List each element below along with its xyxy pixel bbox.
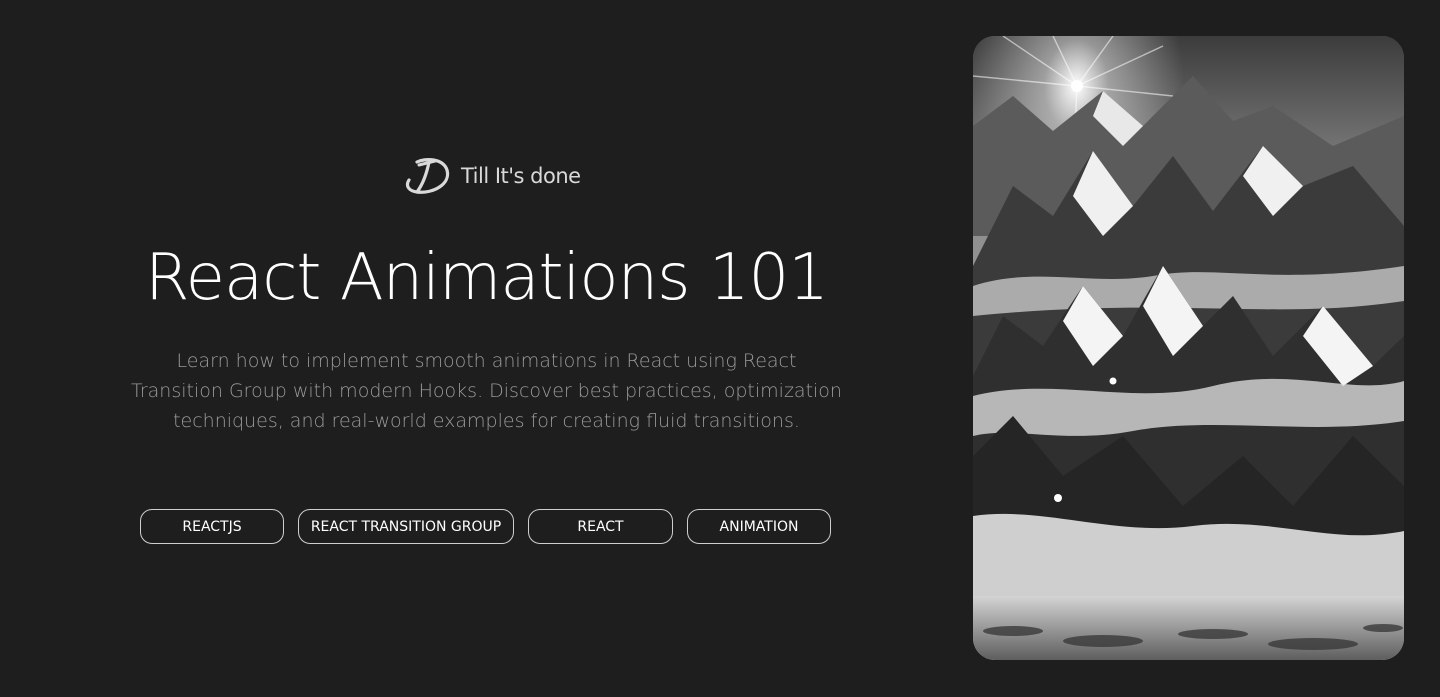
td-monogram-icon: [405, 158, 450, 194]
article-description: Learn how to implement smooth animations…: [131, 350, 842, 432]
tag-reactjs[interactable]: REACTJS: [140, 509, 284, 544]
page-title: React Animations 101: [145, 241, 829, 315]
tag-react[interactable]: REACT: [528, 509, 673, 544]
tag-animation[interactable]: ANIMATION: [687, 509, 831, 544]
article-header: Till It's done React Animations 101 Lear…: [0, 0, 1440, 697]
tag-react-transition-group[interactable]: REACT TRANSITION GROUP: [298, 509, 514, 544]
brand-name: Till It's done: [461, 164, 581, 188]
tag-list: REACTJS REACT TRANSITION GROUP REACT ANI…: [140, 509, 831, 544]
brand[interactable]: Till It's done: [403, 156, 581, 196]
snowy-mountains-image: [973, 36, 1404, 660]
